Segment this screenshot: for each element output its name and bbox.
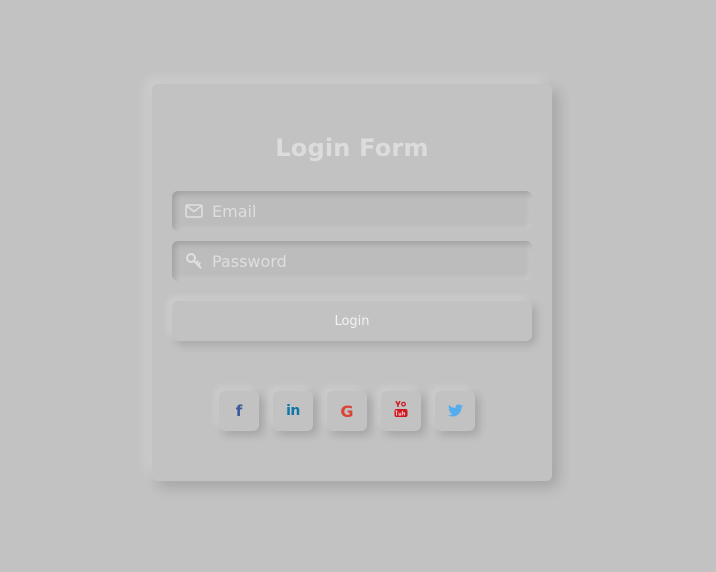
email-input[interactable]: [212, 196, 512, 226]
password-input[interactable]: [212, 246, 512, 276]
email-field[interactable]: [172, 191, 532, 231]
facebook-icon: f: [235, 402, 243, 420]
social-login-row: f in G: [219, 391, 475, 431]
twitter-icon: [447, 402, 463, 421]
linkedin-button[interactable]: in: [273, 391, 313, 431]
facebook-button[interactable]: f: [219, 391, 259, 431]
page-title: Login Form: [275, 134, 429, 162]
key-icon: [185, 252, 203, 270]
password-field[interactable]: [172, 241, 532, 281]
twitter-button[interactable]: [435, 391, 475, 431]
login-card: Login Form Login f in G: [152, 84, 552, 481]
google-icon: G: [340, 401, 354, 421]
login-button[interactable]: Login: [172, 301, 532, 341]
youtube-button[interactable]: [381, 391, 421, 431]
linkedin-icon: in: [286, 403, 300, 419]
youtube-icon: [394, 400, 408, 421]
envelope-icon: [185, 202, 203, 220]
google-button[interactable]: G: [327, 391, 367, 431]
